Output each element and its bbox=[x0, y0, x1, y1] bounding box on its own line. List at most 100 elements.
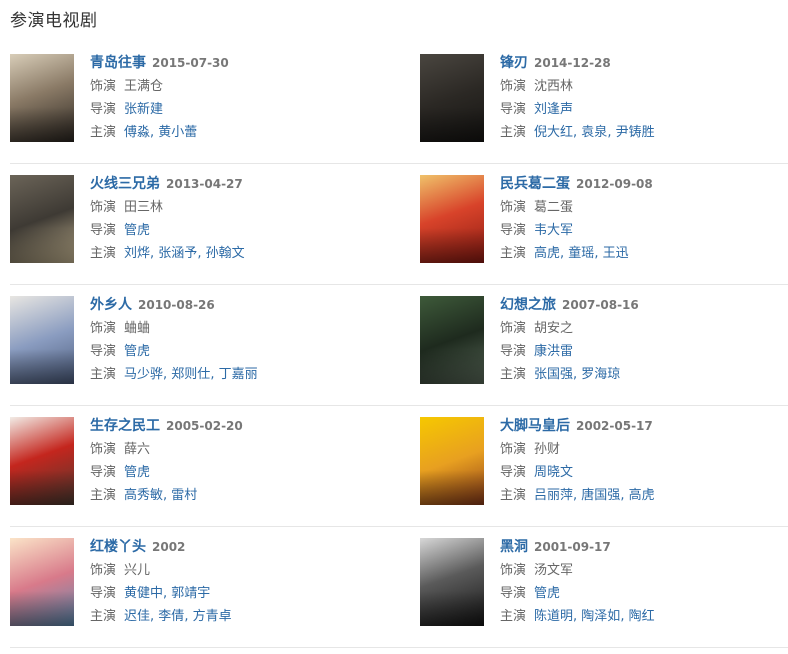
cast-name-link[interactable]: 刘烨 bbox=[124, 246, 150, 261]
cast-name-link[interactable]: 吕丽萍 bbox=[534, 488, 573, 503]
cast-name-link[interactable]: 袁泉 bbox=[581, 125, 607, 140]
director-line: 导演 管虎 bbox=[90, 340, 370, 363]
show-title-line: 生存之民工 2005-02-20 bbox=[90, 415, 370, 438]
role-label: 饰演 bbox=[90, 321, 117, 336]
cast-name-link[interactable]: 王迅 bbox=[603, 246, 629, 261]
show-date: 2002-05-17 bbox=[576, 419, 653, 433]
cast-name-link[interactable]: 李倩 bbox=[158, 609, 184, 624]
show-title-link[interactable]: 黑洞 bbox=[500, 539, 528, 555]
show-poster[interactable] bbox=[420, 175, 484, 263]
cast-name-link[interactable]: 张国强 bbox=[534, 367, 573, 382]
cast-name-link[interactable]: 童瑶 bbox=[568, 246, 594, 261]
cast-label: 主演 bbox=[500, 367, 527, 382]
cast-name-link[interactable]: 陶红 bbox=[629, 609, 655, 624]
show-title-line: 红楼丫头 2002 bbox=[90, 536, 370, 559]
cast-name-link[interactable]: 陈道明 bbox=[534, 609, 573, 624]
director-name-link[interactable]: 郭靖宇 bbox=[171, 586, 210, 601]
show-title-line: 锋刃 2014-12-28 bbox=[500, 52, 780, 75]
role-name: 汤文军 bbox=[534, 563, 574, 578]
show-title-link[interactable]: 锋刃 bbox=[500, 55, 528, 71]
cast-name-link[interactable]: 张涵予 bbox=[158, 246, 197, 261]
show-title-link[interactable]: 民兵葛二蛋 bbox=[500, 176, 570, 192]
show-poster[interactable] bbox=[420, 296, 484, 384]
cast-name-link[interactable]: 高虎 bbox=[534, 246, 560, 261]
show-title-link[interactable]: 外乡人 bbox=[90, 297, 132, 313]
cast-name-link[interactable]: 郑则仕 bbox=[171, 367, 210, 382]
cast-name-link[interactable]: 罗海琼 bbox=[581, 367, 620, 382]
show-poster[interactable] bbox=[420, 54, 484, 142]
show-poster[interactable] bbox=[10, 296, 74, 384]
cast-name-link[interactable]: 孙翰文 bbox=[206, 246, 245, 261]
cast-name-link[interactable]: 尹铸胜 bbox=[616, 125, 655, 140]
show-poster[interactable] bbox=[10, 54, 74, 142]
show-info: 黑洞 2001-09-17 饰演 汤文军 导演 管虎 主演 陈道明, 陶泽如, 陶红 bbox=[500, 536, 780, 628]
show-title-line: 黑洞 2001-09-17 bbox=[500, 536, 780, 559]
show-poster[interactable] bbox=[420, 417, 484, 505]
cast-name-link[interactable]: 方青卓 bbox=[193, 609, 232, 624]
show-item: 幻想之旅 2007-08-16 饰演 胡安之 导演 康洪雷 主演 张国强, 罗海琼 bbox=[420, 284, 780, 404]
director-line: 导演 管虎 bbox=[500, 582, 780, 605]
cast-name-link[interactable]: 丁嘉丽 bbox=[219, 367, 258, 382]
show-item: 红楼丫头 2002 饰演 兴儿 导演 黄健中, 郭靖宇 主演 迟佳, 李倩, 方青卓 bbox=[10, 526, 370, 646]
show-title-link[interactable]: 火线三兄弟 bbox=[90, 176, 160, 192]
director-name-link[interactable]: 康洪雷 bbox=[534, 344, 573, 359]
show-title-line: 外乡人 2010-08-26 bbox=[90, 294, 370, 317]
show-item: 生存之民工 2005-02-20 饰演 薛六 导演 管虎 主演 高秀敏, 雷村 bbox=[10, 405, 370, 525]
director-label: 导演 bbox=[90, 223, 117, 238]
cast-name-link[interactable]: 高秀敏 bbox=[124, 488, 163, 503]
name-separator: , bbox=[594, 246, 603, 261]
director-name-link[interactable]: 管虎 bbox=[124, 223, 150, 238]
show-item: 火线三兄弟 2013-04-27 饰演 田三林 导演 管虎 主演 刘烨, 张涵予, 孙翰文 bbox=[10, 163, 370, 283]
show-row: 火线三兄弟 2013-04-27 饰演 田三林 导演 管虎 主演 刘烨, 张涵予, 孙翰文 民兵… bbox=[10, 163, 788, 285]
role-line: 饰演 葛二蛋 bbox=[500, 196, 780, 219]
director-name-link[interactable]: 黄健中 bbox=[124, 586, 163, 601]
director-label: 导演 bbox=[500, 586, 527, 601]
cast-name-link[interactable]: 高虎 bbox=[629, 488, 655, 503]
role-line: 饰演 蛐蛐 bbox=[90, 317, 370, 340]
role-line: 饰演 沈西林 bbox=[500, 75, 780, 98]
director-label: 导演 bbox=[90, 102, 117, 117]
director-name-link[interactable]: 管虎 bbox=[534, 586, 560, 601]
director-label: 导演 bbox=[90, 465, 117, 480]
show-info: 红楼丫头 2002 饰演 兴儿 导演 黄健中, 郭靖宇 主演 迟佳, 李倩, 方青卓 bbox=[90, 536, 370, 628]
show-title-link[interactable]: 大脚马皇后 bbox=[500, 418, 570, 434]
cast-label: 主演 bbox=[500, 488, 527, 503]
show-poster[interactable] bbox=[420, 538, 484, 626]
show-poster[interactable] bbox=[10, 417, 74, 505]
show-row: 生存之民工 2005-02-20 饰演 薛六 导演 管虎 主演 高秀敏, 雷村 大脚马皇后 200… bbox=[10, 405, 788, 527]
cast-line: 主演 张国强, 罗海琼 bbox=[500, 363, 780, 386]
show-row: 外乡人 2010-08-26 饰演 蛐蛐 导演 管虎 主演 马少骅, 郑则仕, 丁嘉丽 幻想之旅… bbox=[10, 284, 788, 406]
cast-label: 主演 bbox=[90, 125, 117, 140]
cast-name-link[interactable]: 倪大红 bbox=[534, 125, 573, 140]
show-title-link[interactable]: 青岛往事 bbox=[90, 55, 146, 71]
director-name-link[interactable]: 周晓文 bbox=[534, 465, 573, 480]
show-title-link[interactable]: 红楼丫头 bbox=[90, 539, 146, 555]
role-line: 饰演 王满仓 bbox=[90, 75, 370, 98]
cast-name-link[interactable]: 迟佳 bbox=[124, 609, 150, 624]
show-title-link[interactable]: 生存之民工 bbox=[90, 418, 160, 434]
show-title-link[interactable]: 幻想之旅 bbox=[500, 297, 556, 313]
director-name-link[interactable]: 韦大军 bbox=[534, 223, 573, 238]
cast-line: 主演 刘烨, 张涵予, 孙翰文 bbox=[90, 242, 370, 265]
show-item: 青岛往事 2015-07-30 饰演 王满仓 导演 张新建 主演 傅淼, 黄小蕾 bbox=[10, 42, 370, 162]
cast-name-link[interactable]: 马少骅 bbox=[124, 367, 163, 382]
show-title-line: 民兵葛二蛋 2012-09-08 bbox=[500, 173, 780, 196]
director-line: 导演 黄健中, 郭靖宇 bbox=[90, 582, 370, 605]
role-name: 孙财 bbox=[534, 442, 561, 457]
show-title-line: 幻想之旅 2007-08-16 bbox=[500, 294, 780, 317]
director-name-link[interactable]: 张新建 bbox=[124, 102, 163, 117]
show-row: 红楼丫头 2002 饰演 兴儿 导演 黄健中, 郭靖宇 主演 迟佳, 李倩, 方青卓 黑洞 200… bbox=[10, 526, 788, 648]
role-name: 葛二蛋 bbox=[534, 200, 574, 215]
show-poster[interactable] bbox=[10, 538, 74, 626]
name-separator: , bbox=[607, 125, 616, 140]
director-name-link[interactable]: 刘逢声 bbox=[534, 102, 573, 117]
cast-name-link[interactable]: 唐国强 bbox=[581, 488, 620, 503]
show-poster[interactable] bbox=[10, 175, 74, 263]
cast-name-link[interactable]: 雷村 bbox=[171, 488, 197, 503]
cast-name-link[interactable]: 傅淼 bbox=[124, 125, 150, 140]
cast-name-link[interactable]: 黄小蕾 bbox=[158, 125, 197, 140]
director-name-link[interactable]: 管虎 bbox=[124, 465, 150, 480]
role-name: 王满仓 bbox=[124, 79, 164, 94]
cast-name-link[interactable]: 陶泽如 bbox=[581, 609, 620, 624]
director-name-link[interactable]: 管虎 bbox=[124, 344, 150, 359]
